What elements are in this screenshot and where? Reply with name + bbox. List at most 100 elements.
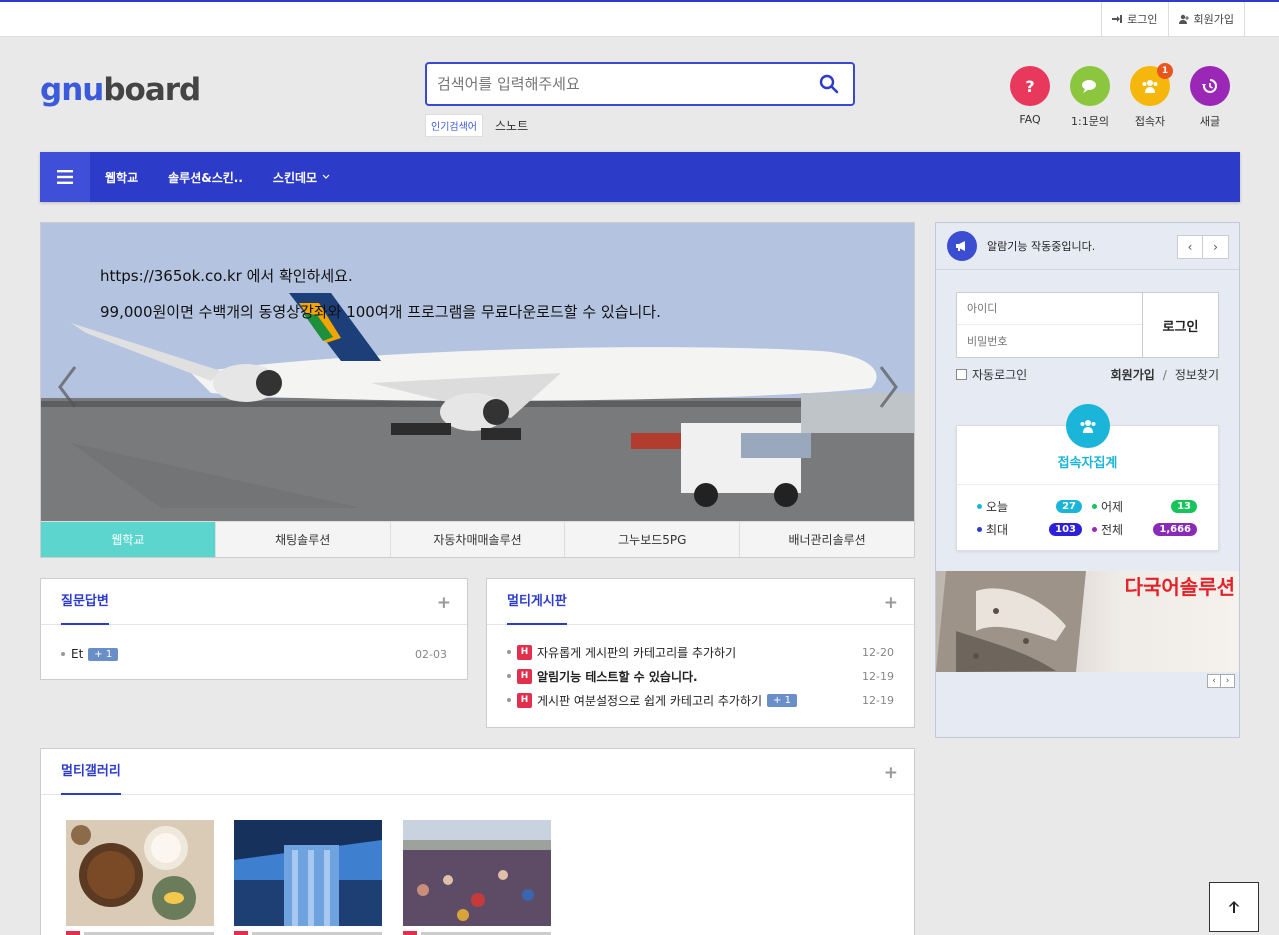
join-link[interactable]: 회원가입 — [1111, 366, 1155, 383]
popular-keyword-link[interactable]: 스노트 — [495, 117, 528, 134]
login-form: 로그인 — [956, 292, 1219, 358]
stat-value: 103 — [1049, 523, 1082, 536]
quick-inquiry-label: 1:1문의 — [1071, 115, 1109, 128]
post-date: 12-20 — [862, 645, 894, 659]
post-date: 12-19 — [862, 669, 894, 683]
site-logo[interactable]: gnuboard — [40, 72, 201, 108]
list-item[interactable]: H 알림기능 테스트할 수 있습니다. 12-19 — [507, 667, 894, 685]
comment-count: + 1 — [88, 647, 119, 661]
gallery-header: 멀티갤러리 + — [41, 749, 914, 795]
users-icon: 1 — [1130, 63, 1173, 106]
sign-in-icon — [1112, 15, 1123, 23]
slide-tabs: 웹학교 채팅솔루션 자동차매매솔루션 그누보드5PG 배너관리솔루션 — [41, 521, 914, 557]
stat-value: 1,666 — [1153, 523, 1197, 536]
notice-arrows: ‹ › — [1177, 235, 1229, 259]
post-title[interactable]: 알림기능 테스트할 수 있습니다. — [537, 668, 698, 685]
slide-next-arrow-icon[interactable] — [879, 365, 899, 409]
notice-next-button[interactable]: › — [1203, 235, 1229, 259]
hot-badge — [234, 931, 248, 935]
auto-login-checkbox[interactable] — [956, 369, 967, 380]
main-navigation: 웹학교 솔루션&스킨.. 스킨데모 — [40, 152, 1240, 202]
bullet-icon — [1092, 504, 1097, 509]
history-icon — [1190, 66, 1230, 106]
sidebar: 알람기능 작동중입니다. ‹ › 로그인 자동로그인 회원가입 / 정보찾기 접… — [935, 222, 1240, 738]
list-item[interactable]: H 자유롭게 게시판의 카테고리를 추가하기 12-20 — [507, 643, 894, 661]
notice-prev-button[interactable]: ‹ — [1177, 235, 1203, 259]
bullet-icon — [507, 674, 511, 678]
plus-icon[interactable]: + — [437, 593, 451, 613]
password-field[interactable] — [957, 325, 1143, 357]
logo-part-gnu: gnu — [40, 72, 104, 108]
users-icon — [1066, 404, 1110, 448]
main-slider: https://365ok.co.kr 에서 확인하세요. 99,000원이면 … — [40, 222, 915, 558]
top-join-link[interactable]: 회원가입 — [1167, 2, 1245, 36]
list-item[interactable]: H 게시판 여분설정으로 쉽게 카테고리 추가하기 + 1 12-19 — [507, 691, 894, 709]
crowd-image — [403, 820, 551, 926]
plus-icon[interactable]: + — [884, 763, 898, 783]
quick-faq-label: FAQ — [1019, 113, 1041, 126]
multi-board-box: 멀티게시판 + H 자유롭게 게시판의 카테고리를 추가하기 12-20 H 알… — [486, 578, 915, 728]
qna-title[interactable]: 질문답변 — [61, 579, 109, 625]
gallery-thumb-crowd[interactable] — [403, 820, 551, 926]
all-menu-button[interactable] — [40, 152, 90, 202]
scroll-to-top-button[interactable] — [1209, 882, 1259, 932]
gallery-box: 멀티갤러리 + — [40, 748, 915, 935]
nav-item-skin-demo[interactable]: 스킨데모 — [258, 169, 345, 186]
bullet-icon — [507, 650, 511, 654]
search-icon[interactable] — [819, 74, 839, 94]
stat-label: 전체 — [1101, 523, 1124, 537]
comment-count: + 1 — [767, 693, 797, 707]
stat-total: 전체 1,666 — [1092, 521, 1197, 538]
plus-icon[interactable]: + — [884, 593, 898, 613]
slide-tab-gnuboard5pg[interactable]: 그누보드5PG — [565, 522, 741, 557]
gallery-thumb-building[interactable] — [234, 820, 382, 926]
visitor-stats: 접속자집계 오늘 27 어제 13 최대 103 전체 1,666 — [956, 404, 1219, 551]
stat-label: 어제 — [1101, 500, 1124, 514]
visitors-badge: 1 — [1157, 63, 1173, 79]
multi-board-title[interactable]: 멀티게시판 — [507, 579, 567, 625]
nav-item-solution-skin[interactable]: 솔루션&스킨.. — [153, 169, 258, 186]
question-icon: ? — [1010, 66, 1050, 106]
quick-visitors-label: 접속자 — [1134, 115, 1166, 128]
gallery-title[interactable]: 멀티갤러리 — [61, 749, 121, 795]
sidebar-banner[interactable]: 다국어솔루션 — [936, 571, 1239, 672]
banner-prev-button[interactable]: ‹ — [1207, 674, 1221, 688]
gallery-caption[interactable] — [66, 930, 214, 935]
search-input[interactable] — [427, 64, 797, 104]
stat-max: 최대 103 — [977, 521, 1082, 538]
slide-tab-banner[interactable]: 배너관리솔루션 — [740, 522, 914, 557]
auto-login-label[interactable]: 자동로그인 — [972, 366, 1027, 383]
building-image — [234, 820, 382, 926]
gallery-caption[interactable] — [403, 930, 551, 935]
nav-item-skin-demo-label: 스킨데모 — [272, 170, 318, 185]
quick-faq[interactable]: ? FAQ — [1000, 66, 1060, 126]
stat-value: 27 — [1056, 500, 1082, 513]
bullet-icon — [61, 652, 65, 656]
quick-new-posts[interactable]: 새글 — [1180, 66, 1240, 129]
post-title[interactable]: 게시판 여분설정으로 쉽게 카테고리 추가하기 — [537, 692, 762, 709]
link-separator: / — [1162, 367, 1167, 382]
slide-tab-car-trade[interactable]: 자동차매매솔루션 — [390, 522, 566, 557]
list-item[interactable]: Et + 1 02-03 — [61, 645, 447, 663]
nav-item-webschool[interactable]: 웹학교 — [90, 169, 153, 186]
bullet-icon — [507, 698, 511, 702]
find-info-link[interactable]: 정보찾기 — [1175, 366, 1219, 383]
id-field[interactable] — [957, 293, 1143, 325]
top-login-label: 로그인 — [1127, 13, 1158, 26]
top-login-link[interactable]: 로그인 — [1101, 2, 1167, 36]
post-title[interactable]: 자유롭게 게시판의 카테고리를 추가하기 — [537, 644, 736, 661]
notice-text[interactable]: 알람기능 작동중입니다. — [987, 238, 1095, 254]
quick-visitors[interactable]: 1 접속자 — [1120, 63, 1180, 129]
slide-tab-webschool[interactable]: 웹학교 — [41, 522, 216, 557]
megaphone-icon — [947, 231, 977, 261]
login-button[interactable]: 로그인 — [1142, 293, 1218, 357]
quick-inquiry[interactable]: 1:1문의 — [1060, 66, 1120, 129]
search-box — [425, 62, 855, 106]
arrow-up-icon — [1228, 901, 1240, 913]
post-title[interactable]: Et — [71, 647, 83, 661]
gallery-thumb-food[interactable] — [66, 820, 214, 926]
banner-next-button[interactable]: › — [1221, 674, 1235, 688]
gallery-caption[interactable] — [234, 930, 382, 935]
slide-tab-chatting[interactable]: 채팅솔루션 — [215, 522, 391, 557]
slide-prev-arrow-icon[interactable] — [57, 365, 77, 409]
